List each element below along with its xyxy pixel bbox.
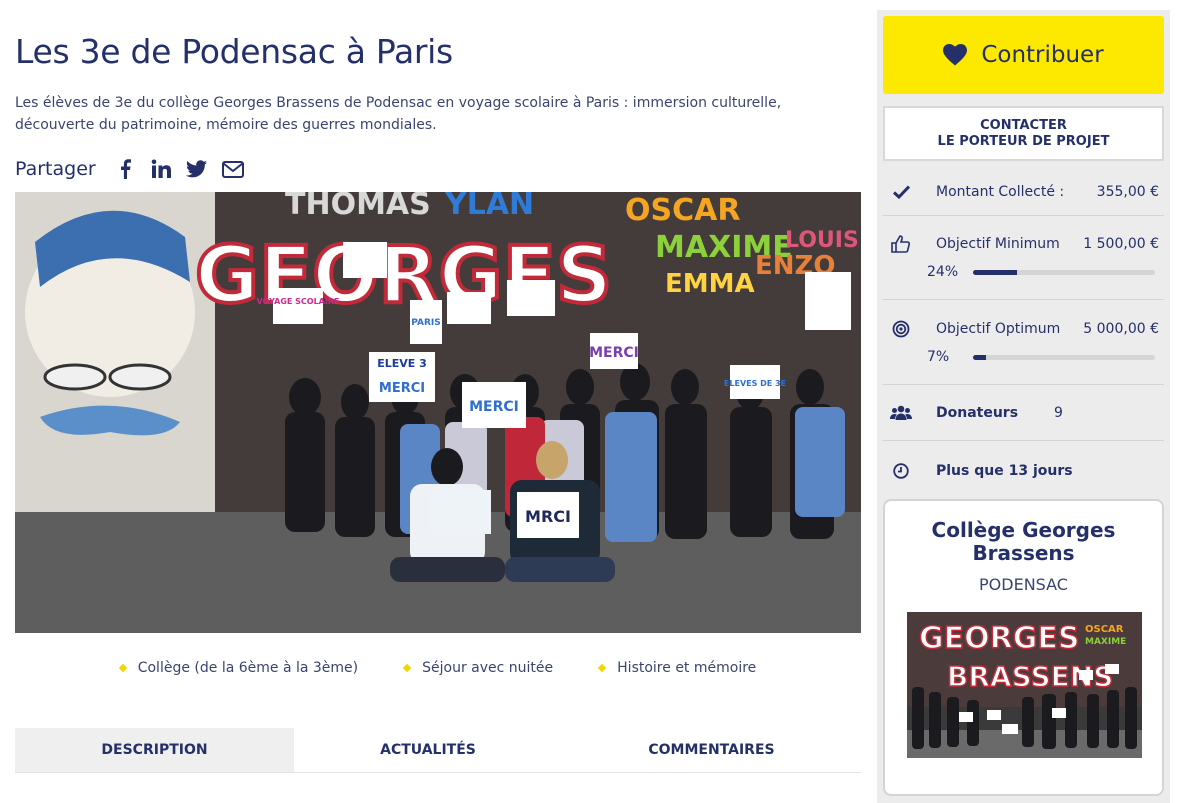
min-goal-amount: 1 500,00 € xyxy=(1083,236,1159,252)
heart-icon xyxy=(943,44,968,66)
svg-text:MERCI: MERCI xyxy=(379,381,425,396)
opt-goal-progress-bar xyxy=(973,354,1155,360)
target-icon xyxy=(890,318,912,340)
twitter-icon[interactable] xyxy=(186,158,208,180)
min-goal-progress-fill xyxy=(973,269,1017,275)
svg-text:OSCAR: OSCAR xyxy=(1085,624,1124,635)
school-city: PODENSAC xyxy=(979,575,1068,594)
funding-sidebar: Contribuer CONTACTER LE PORTEUR DE PROJE… xyxy=(877,10,1170,803)
opt-goal-progress-fill xyxy=(973,354,986,360)
school-card[interactable]: Collège Georges Brassens PODENSAC GEORGE… xyxy=(883,499,1164,796)
contribute-label: Contribuer xyxy=(981,42,1104,68)
svg-text:ELEVES DE 3E: ELEVES DE 3E xyxy=(724,379,786,388)
svg-text:THOMAS: THOMAS xyxy=(285,192,431,222)
svg-text:GEORGES: GEORGES xyxy=(919,621,1079,656)
project-tabs: DESCRIPTION ACTUALITÉS COMMENTAIRES xyxy=(15,728,861,773)
svg-text:YLAN: YLAN xyxy=(444,192,534,222)
project-photo: THOMAS YLAN OSCAR MAXIME EMMA ENZO LOUIS… xyxy=(15,192,861,633)
svg-text:VOYAGE SCOLAIRE: VOYAGE SCOLAIRE xyxy=(257,297,340,306)
tab-description[interactable]: DESCRIPTION xyxy=(15,728,294,772)
opt-goal-amount: 5 000,00 € xyxy=(1083,321,1159,337)
tag-bullet-icon xyxy=(402,663,412,673)
donors-count: 9 xyxy=(1054,405,1063,421)
tag-bullet-icon xyxy=(597,663,607,673)
users-icon xyxy=(890,402,912,424)
check-icon xyxy=(890,181,912,203)
stat-opt-goal: Objectif Optimum 5 000,00 € 7% xyxy=(883,300,1164,385)
email-icon[interactable] xyxy=(221,158,244,180)
collected-amount: 355,00 € xyxy=(1096,184,1159,200)
school-photo: GEORGES BRASSENS OSCAR MAXIME xyxy=(907,612,1142,758)
svg-text:MRCI: MRCI xyxy=(525,507,571,526)
svg-text:ELEVE 3: ELEVE 3 xyxy=(377,357,427,370)
page-title: Les 3e de Podensac à Paris xyxy=(15,32,453,71)
stat-min-goal: Objectif Minimum 1 500,00 € 24% xyxy=(883,216,1164,300)
stat-collected: Montant Collecté : 355,00 € xyxy=(883,171,1164,216)
project-description: Les élèves de 3e du collège Georges Bras… xyxy=(15,95,782,133)
tab-actualites[interactable]: ACTUALITÉS xyxy=(294,728,562,772)
svg-text:PARIS: PARIS xyxy=(411,318,441,328)
min-goal-progress-bar xyxy=(973,269,1155,275)
clock-icon xyxy=(890,460,912,482)
linkedin-icon[interactable] xyxy=(150,158,172,180)
svg-text:OSCAR: OSCAR xyxy=(625,193,740,228)
svg-text:LOUIS: LOUIS xyxy=(785,228,859,253)
tab-commentaires[interactable]: COMMENTAIRES xyxy=(562,728,861,772)
share-bar: Partager xyxy=(15,158,244,180)
facebook-icon[interactable] xyxy=(114,158,136,180)
svg-text:MERCI: MERCI xyxy=(589,345,639,361)
contribute-button[interactable]: Contribuer xyxy=(883,16,1164,94)
tag-item: Collège (de la 6ème à la 3ème) xyxy=(118,660,358,676)
tag-item: Histoire et mémoire xyxy=(597,660,756,676)
tag-bullet-icon xyxy=(118,663,127,673)
group-photo-illustration: THOMAS YLAN OSCAR MAXIME EMMA ENZO LOUIS… xyxy=(15,192,861,633)
stat-remaining: Plus que 13 jours xyxy=(883,441,1164,493)
contact-owner-button[interactable]: CONTACTER LE PORTEUR DE PROJET xyxy=(883,106,1164,161)
svg-text:MAXIME: MAXIME xyxy=(1085,637,1126,647)
opt-goal-percent: 7% xyxy=(927,349,950,365)
svg-text:MERCI: MERCI xyxy=(469,399,519,415)
svg-text:EMMA: EMMA xyxy=(665,269,755,299)
stat-donors: Donateurs 9 xyxy=(883,385,1164,441)
school-mural-illustration: GEORGES BRASSENS OSCAR MAXIME xyxy=(907,612,1142,758)
min-goal-percent: 24% xyxy=(927,264,959,280)
tag-item: Séjour avec nuitée xyxy=(402,660,553,676)
project-tags: Collège (de la 6ème à la 3ème) Séjour av… xyxy=(15,660,861,676)
thumbs-up-icon xyxy=(890,233,912,255)
share-label: Partager xyxy=(15,158,96,180)
school-name[interactable]: Collège Georges Brassens xyxy=(885,519,1162,565)
